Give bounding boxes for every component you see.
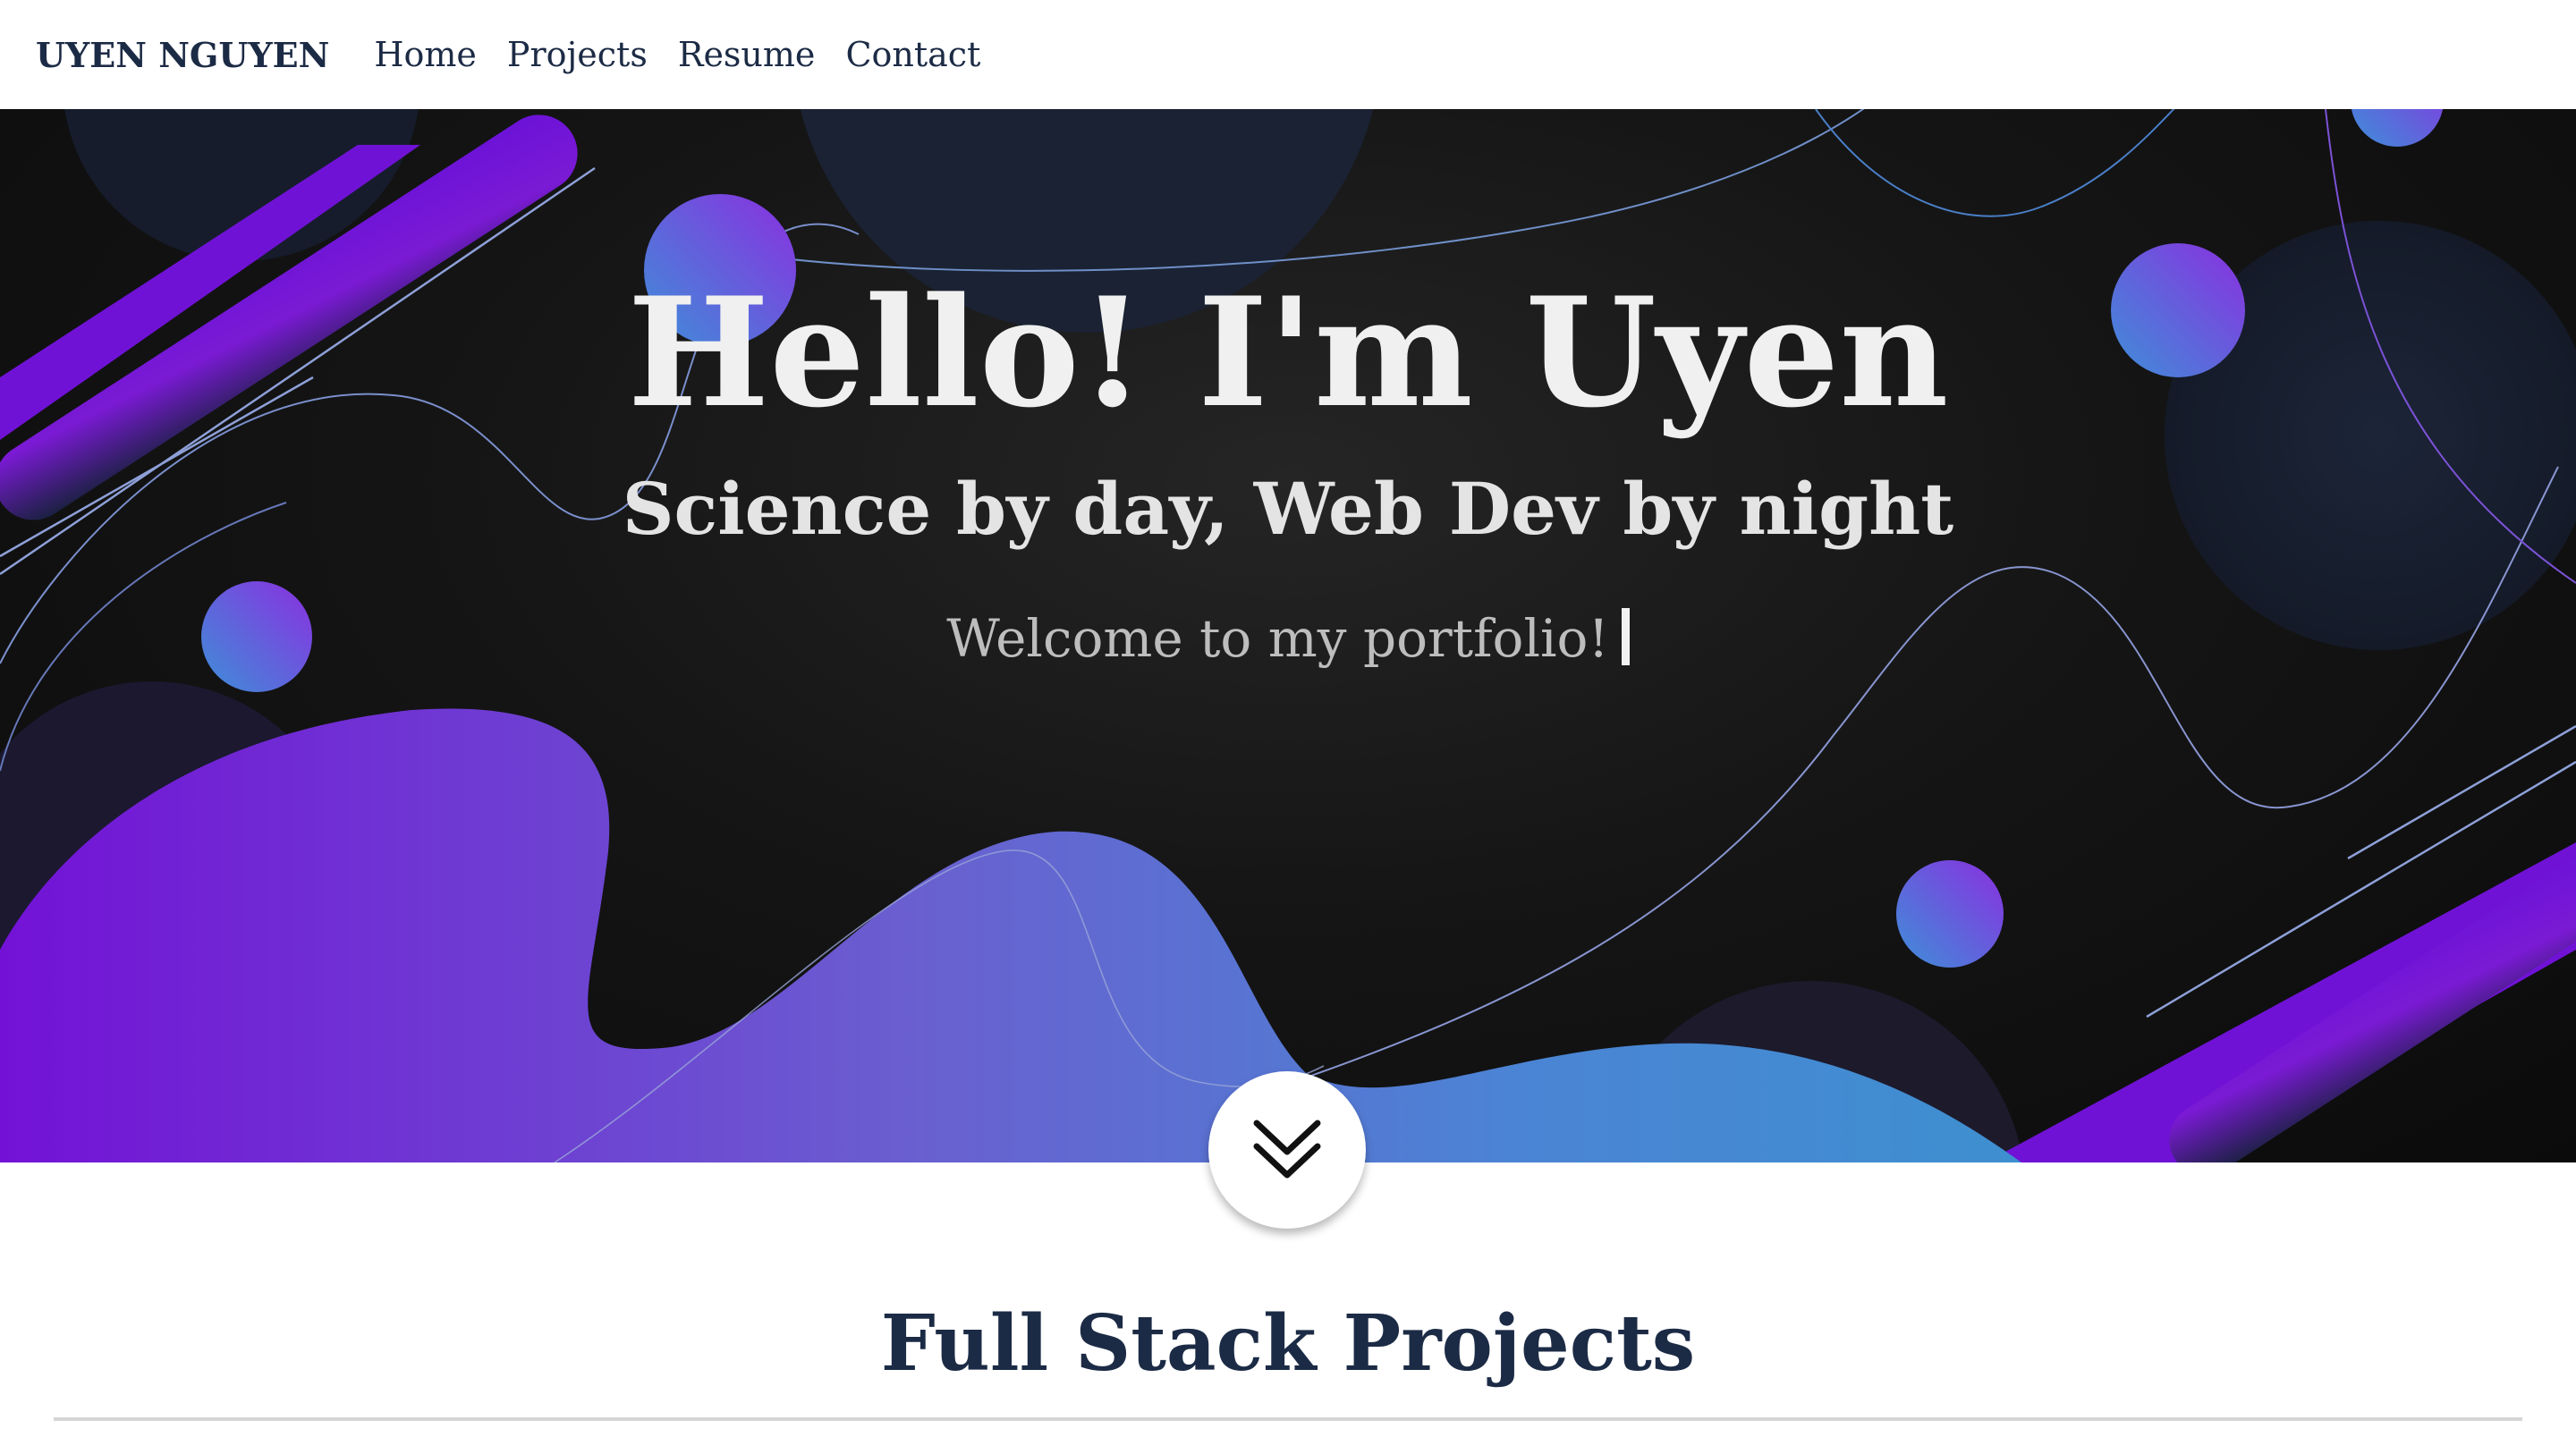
hero-subtitle: Science by day, Web Dev by night xyxy=(622,467,1954,551)
brand-logo[interactable]: UYEN NGUYEN xyxy=(36,35,329,75)
gradient-orb xyxy=(2351,109,2444,147)
scroll-down-button[interactable] xyxy=(1208,1071,1366,1229)
hero-welcome-line: Welcome to my portfolio! xyxy=(0,608,2576,669)
nav-link-resume[interactable]: Resume xyxy=(678,35,816,74)
curve-line xyxy=(1815,109,2175,217)
gradient-orb xyxy=(1896,860,2004,968)
nav-link-contact[interactable]: Contact xyxy=(845,35,980,74)
nav-link-home[interactable]: Home xyxy=(374,35,477,74)
nav-link-projects[interactable]: Projects xyxy=(507,35,648,74)
typing-caret xyxy=(1621,608,1630,665)
accent-line xyxy=(2347,724,2576,860)
hero-banner: Hello! I'm Uyen Science by day, Web Dev … xyxy=(0,109,2576,1162)
typed-welcome-text: Welcome to my portfolio! xyxy=(946,608,1609,669)
section-title-projects: Full Stack Projects xyxy=(880,1298,1696,1389)
double-chevron-down-icon xyxy=(1253,1120,1321,1179)
top-navbar: UYEN NGUYEN Home Projects Resume Contact xyxy=(0,0,2576,109)
wave-blob xyxy=(0,708,2021,1162)
section-divider xyxy=(54,1417,2522,1421)
hero-title: Hello! I'm Uyen xyxy=(627,264,1949,441)
